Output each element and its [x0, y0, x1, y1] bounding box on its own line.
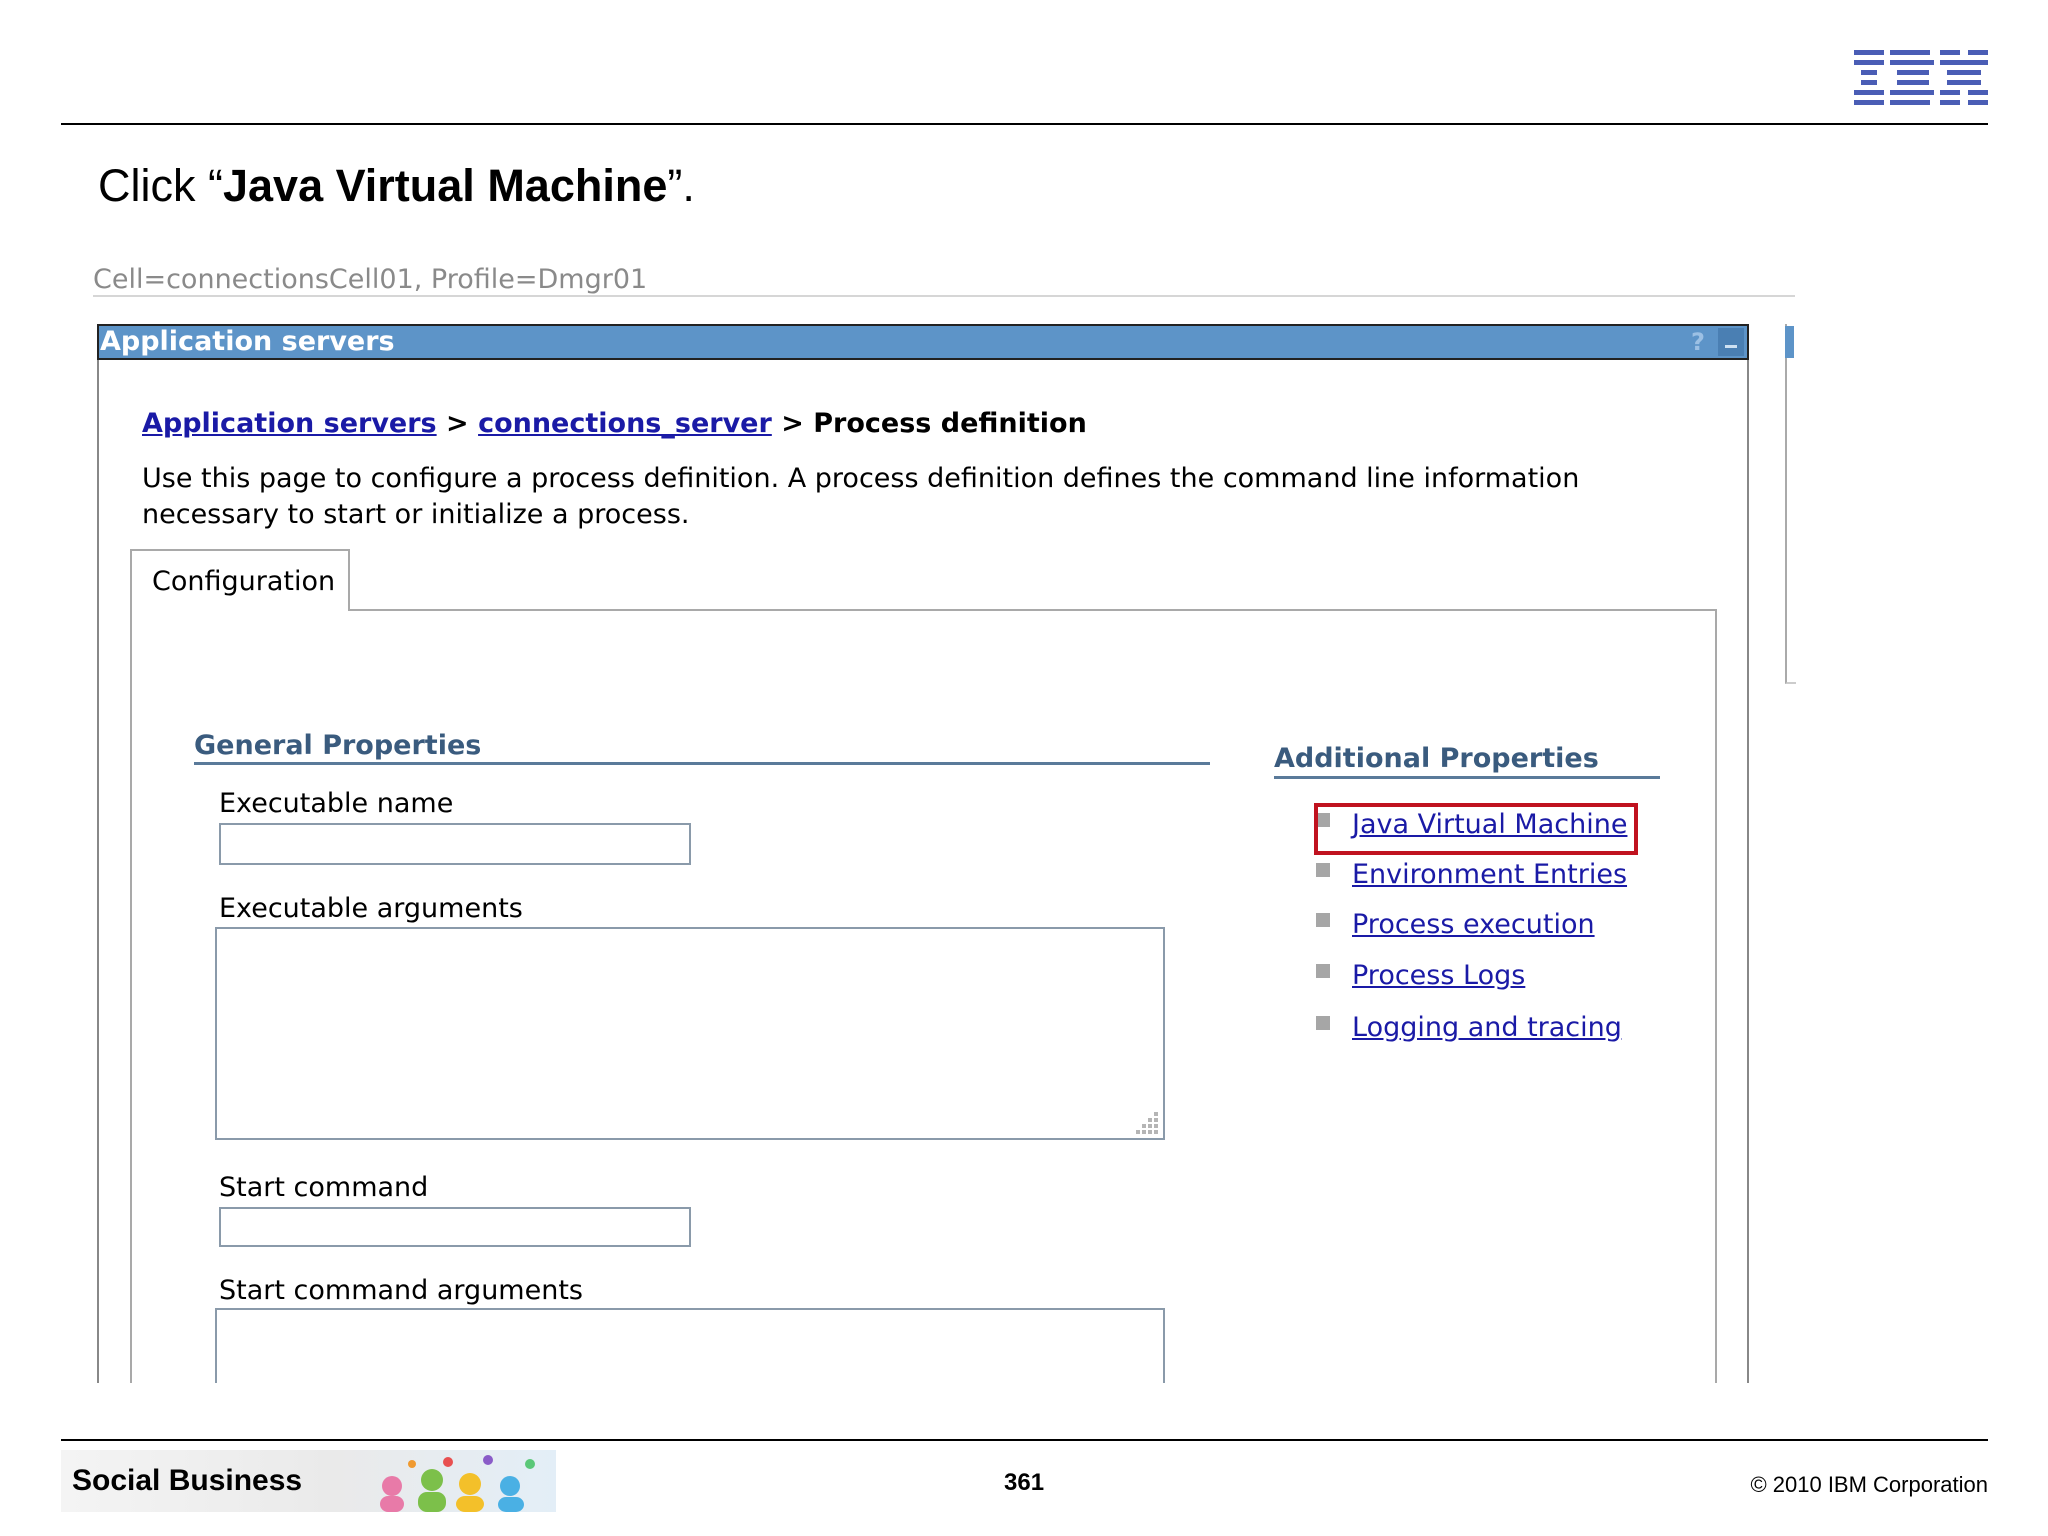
- breadcrumb-separator: >: [771, 408, 814, 439]
- header-divider: [61, 123, 1988, 125]
- minimize-icon[interactable]: [1718, 328, 1744, 356]
- environment-entries-link[interactable]: Environment Entries: [1352, 859, 1627, 890]
- executable-name-input[interactable]: [219, 823, 691, 865]
- breadcrumb-application-servers[interactable]: Application servers: [142, 408, 437, 439]
- process-logs-link[interactable]: Process Logs: [1352, 960, 1525, 991]
- breadcrumb-separator: >: [436, 408, 479, 439]
- page-description: Use this page to configure a process def…: [142, 463, 1580, 530]
- footer-title: Social Business: [72, 1464, 303, 1497]
- instruction-prefix: Click “: [98, 160, 223, 211]
- start-command-input[interactable]: [219, 1207, 691, 1247]
- start-command-label: Start command: [219, 1172, 429, 1203]
- social-people-illustration: [380, 1455, 535, 1512]
- instruction-target: Java Virtual Machine: [222, 160, 668, 211]
- executable-arguments-textarea[interactable]: [215, 927, 1165, 1140]
- bullet-icon: [1316, 913, 1330, 927]
- additional-properties-divider: [1274, 776, 1660, 779]
- ibm-logo: [1854, 50, 1988, 105]
- highlight-box: [1314, 803, 1638, 855]
- side-portlet-titlebar: [1785, 326, 1794, 358]
- tab-configuration[interactable]: Configuration: [130, 549, 350, 611]
- executable-arguments-label: Executable arguments: [219, 893, 523, 924]
- process-execution-link[interactable]: Process execution: [1352, 909, 1595, 940]
- breadcrumb: Application servers > connections_server…: [142, 408, 1087, 439]
- side-portlet-edge: [1785, 324, 1796, 684]
- cell-profile-info: Cell=connectionsCell01, Profile=Dmgr01: [93, 264, 648, 295]
- resize-grip-icon[interactable]: [1130, 1108, 1160, 1136]
- bullet-icon: [1316, 863, 1330, 877]
- breadcrumb-connections-server[interactable]: connections_server: [478, 408, 772, 439]
- help-icon[interactable]: ?: [1686, 328, 1710, 356]
- page-number: 361: [1004, 1469, 1045, 1496]
- start-command-arguments-label: Start command arguments: [219, 1275, 583, 1306]
- additional-property-environment-entries: Environment Entries: [1316, 859, 1627, 890]
- screenshot-crop-edge: [0, 1383, 2048, 1439]
- copyright: © 2010 IBM Corporation: [1750, 1472, 1988, 1497]
- general-properties-title: General Properties: [194, 730, 482, 761]
- general-properties-divider: [194, 762, 1210, 765]
- additional-property-logging-and-tracing: Logging and tracing: [1316, 1012, 1622, 1043]
- slide-instruction: Click “Java Virtual Machine”.: [98, 160, 695, 212]
- breadcrumb-current: Process definition: [813, 408, 1087, 439]
- additional-property-process-logs: Process Logs: [1316, 960, 1525, 991]
- bullet-icon: [1316, 1016, 1330, 1030]
- portlet-title: Application servers: [100, 326, 395, 357]
- logging-and-tracing-link[interactable]: Logging and tracing: [1352, 1012, 1622, 1043]
- footer-divider: [61, 1439, 1988, 1441]
- instruction-suffix: ”.: [667, 160, 695, 211]
- bullet-icon: [1316, 964, 1330, 978]
- additional-property-process-execution: Process execution: [1316, 909, 1595, 940]
- executable-name-label: Executable name: [219, 788, 454, 819]
- cell-info-divider: [93, 295, 1795, 297]
- additional-properties-title: Additional Properties: [1274, 743, 1599, 774]
